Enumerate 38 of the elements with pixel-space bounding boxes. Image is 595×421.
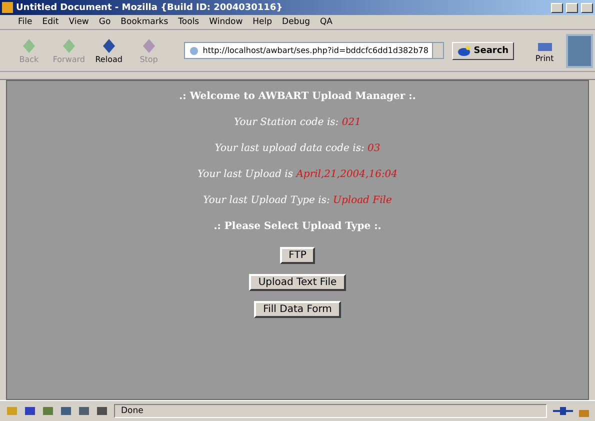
info-line: Your last Upload Type is: Upload File [203, 195, 392, 208]
menu-item[interactable]: Bookmarks [116, 17, 172, 27]
menu-item[interactable]: Tools [174, 17, 204, 27]
upload-option-button[interactable]: Upload Text File [249, 274, 346, 291]
menu-item[interactable]: Help [248, 17, 276, 27]
close-button[interactable] [581, 2, 593, 12]
address-field[interactable]: http://localhost/awbart/ses.php?id=bddcfc6dd1d382b78 [184, 42, 444, 59]
menu-item[interactable]: View [64, 17, 93, 27]
app-icon [2, 2, 13, 13]
info-line: Your last Upload is April,21,2004,16:04 [197, 169, 398, 182]
maximize-button[interactable] [566, 2, 578, 12]
info-line: Your Station code is: 021 [234, 117, 361, 130]
browser-logo [566, 34, 594, 68]
status-toolbar-icon[interactable] [78, 406, 90, 416]
page-heading: .: Welcome to AWBART Upload Manager :. [179, 91, 416, 104]
menu-item[interactable]: Window [205, 17, 247, 27]
menu-item[interactable]: Edit [38, 17, 63, 27]
menu-item[interactable]: Go [94, 17, 115, 27]
print-button[interactable]: Print [526, 38, 564, 63]
search-icon [456, 44, 471, 56]
menu-item[interactable]: File [14, 17, 36, 27]
info-line: Your last upload data code is: 03 [214, 143, 380, 156]
status-toolbar-icon[interactable] [96, 406, 108, 416]
status-text: Done [114, 404, 547, 418]
status-toolbar-icon[interactable] [24, 406, 36, 416]
nav-button[interactable]: Reload [90, 37, 128, 64]
window-title: Untitled Document - Mozilla {Build ID: 2004030116} [16, 2, 284, 12]
status-toolbar-icon[interactable] [42, 406, 54, 416]
upload-option-button[interactable]: FTP [280, 247, 316, 264]
page-icon [188, 46, 199, 56]
menu-item[interactable]: Debug [278, 17, 314, 27]
upload-type-prompt: .: Please Select Upload Type :. [214, 221, 382, 234]
search-button[interactable]: Search [452, 42, 514, 60]
connection-icon [553, 406, 573, 416]
menu-item[interactable]: QA [316, 17, 336, 27]
status-toolbar-icon[interactable] [60, 406, 72, 416]
upload-option-button[interactable]: Fill Data Form [254, 301, 341, 318]
minimize-button[interactable] [551, 2, 563, 12]
